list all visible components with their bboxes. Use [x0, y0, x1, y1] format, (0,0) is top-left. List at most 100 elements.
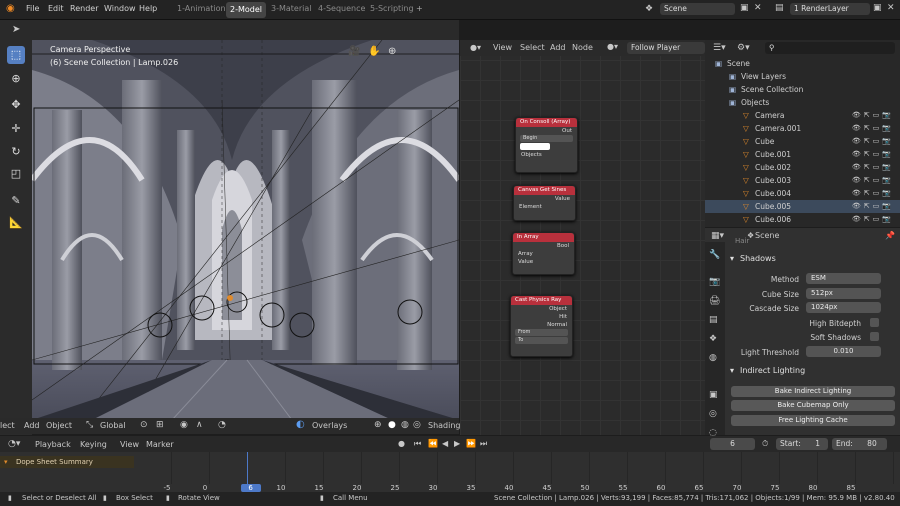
visibility-toggle-icons[interactable]: 👁⇱▭📷: [852, 215, 894, 223]
menu-render[interactable]: Render: [70, 4, 98, 13]
falloff-icon[interactable]: ∧: [196, 420, 203, 430]
node-add-menu[interactable]: Add: [550, 43, 566, 52]
annotate-icon[interactable]: ✎: [7, 192, 25, 210]
timeline-view-menu[interactable]: View: [120, 440, 139, 449]
playback-menu[interactable]: Playback: [35, 440, 71, 449]
add-menu[interactable]: Add: [24, 421, 40, 430]
outliner-item[interactable]: ▽ Cube.002 👁⇱▭📷: [705, 161, 900, 174]
outliner-item[interactable]: ▽ Cube.001 👁⇱▭📷: [705, 148, 900, 161]
visibility-toggle-icons[interactable]: 👁⇱▭📷: [852, 163, 894, 171]
node-on-consoll[interactable]: On Consoll (Array) Out Begin Objects: [515, 117, 578, 173]
pivot-icon[interactable]: ⊙: [140, 420, 148, 430]
node-socket-bool[interactable]: Bool: [513, 242, 574, 250]
node-socket-element[interactable]: Element: [514, 203, 575, 211]
end-frame-field[interactable]: End: 80: [832, 438, 887, 450]
view-layer-tab-icon[interactable]: ▤: [709, 315, 718, 325]
outliner-item[interactable]: ▽ Camera 👁⇱▭📷: [705, 109, 900, 122]
jump-start-icon[interactable]: ⏮: [414, 439, 421, 449]
shadows-section[interactable]: Shadows: [740, 254, 776, 263]
outliner-item[interactable]: ▣ Objects: [705, 96, 900, 109]
editor-type-icon[interactable]: ●▾: [470, 43, 481, 52]
outliner-item[interactable]: ▽ Cube 👁⇱▭📷: [705, 135, 900, 148]
prev-key-icon[interactable]: ⏪: [428, 439, 438, 448]
tab-material[interactable]: 3-Material: [271, 4, 311, 13]
outliner-item[interactable]: ▽ Cube.004 👁⇱▭📷: [705, 187, 900, 200]
cube-size-select[interactable]: 512px: [806, 288, 881, 299]
scale-icon[interactable]: ◰: [7, 165, 25, 183]
collapse-shadows-icon[interactable]: ▾: [730, 254, 734, 263]
playhead-line[interactable]: [247, 452, 248, 484]
outliner-item[interactable]: ▣ View Layers: [705, 70, 900, 83]
light-threshold-field[interactable]: 0.010: [806, 346, 881, 357]
outliner-search-input[interactable]: ⚲: [765, 42, 895, 54]
free-cache-button[interactable]: Free Lighting Cache: [731, 415, 895, 426]
menu-file[interactable]: File: [26, 4, 39, 13]
snap-icon[interactable]: ⊞: [156, 420, 164, 430]
node-socket-normal[interactable]: Normal: [511, 321, 572, 329]
node-socket-out[interactable]: Out: [516, 127, 577, 135]
menu-help[interactable]: Help: [139, 4, 157, 13]
node-socket-objects[interactable]: Objects: [516, 151, 577, 159]
expand-icon[interactable]: ▾: [4, 458, 8, 466]
node-select-menu[interactable]: Select: [520, 43, 545, 52]
outliner-item[interactable]: ▣ Scene Collection: [705, 83, 900, 96]
3d-viewport[interactable]: Camera Perspective (6) Scene Collection …: [32, 40, 459, 420]
keying-menu[interactable]: Keying: [80, 440, 107, 449]
indirect-lighting-section[interactable]: Indirect Lighting: [740, 366, 805, 375]
node-socket-array[interactable]: Array: [513, 250, 574, 258]
cascade-size-select[interactable]: 1024px: [806, 302, 881, 313]
modifier-tab-icon[interactable]: ◎: [709, 409, 717, 419]
overlays-button[interactable]: Overlays: [312, 421, 347, 430]
soft-shadows-checkbox[interactable]: [870, 332, 879, 341]
high-bitdepth-checkbox[interactable]: [870, 318, 879, 327]
wireframe-shading-icon[interactable]: ⊕: [374, 420, 382, 430]
add-workspace-button[interactable]: +: [416, 4, 423, 13]
cursor-icon[interactable]: ⊕: [7, 70, 25, 88]
method-select[interactable]: ESM: [806, 273, 881, 284]
overlays-icon[interactable]: ◐: [296, 419, 305, 430]
node-in-array[interactable]: In Array Bool Array Value: [512, 232, 575, 275]
copy-scene-icon[interactable]: ▣: [740, 3, 749, 13]
pan-hand-icon[interactable]: ✋: [368, 46, 380, 57]
solid-shading-icon[interactable]: ●: [388, 420, 396, 430]
pin-icon[interactable]: 📌: [885, 231, 895, 240]
copy-layer-icon[interactable]: ▣: [873, 3, 882, 13]
cursor-tool-icon[interactable]: ➤: [12, 24, 20, 35]
properties-type-icon[interactable]: ▦▾: [711, 231, 724, 241]
node-editor[interactable]: On Consoll (Array) Out Begin Objects Can…: [460, 40, 705, 435]
node-socket-value[interactable]: Value: [514, 195, 575, 203]
marker-menu[interactable]: Marker: [146, 440, 174, 449]
visibility-toggle-icons[interactable]: 👁⇱▭📷: [852, 176, 894, 184]
node-socket-object[interactable]: Object: [511, 305, 572, 313]
camera-view-icon[interactable]: 🎥: [348, 46, 360, 57]
visibility-toggle-icons[interactable]: 👁⇱▭📷: [852, 189, 894, 197]
play-reverse-icon[interactable]: ◀: [442, 439, 448, 448]
node-color-field[interactable]: [520, 143, 550, 150]
outliner-item[interactable]: ▣ Scene: [705, 57, 900, 70]
select-menu-partial[interactable]: lect: [0, 421, 15, 430]
close-layer-icon[interactable]: ✕: [887, 3, 895, 13]
outliner-item[interactable]: ▽ Cube.005 👁⇱▭📷: [705, 200, 900, 213]
proportional-edit-icon[interactable]: ◉: [180, 420, 188, 430]
select-tool-icon[interactable]: ⬚: [7, 46, 25, 64]
visibility-toggle-icons[interactable]: 👁⇱▭📷: [852, 202, 894, 210]
node-view-menu[interactable]: View: [493, 43, 512, 52]
visibility-icon[interactable]: ◔: [218, 420, 226, 430]
node-socket-hit[interactable]: Hit: [511, 313, 572, 321]
bake-indirect-button[interactable]: Bake Indirect Lighting: [731, 386, 895, 397]
tab-model[interactable]: 2-Model: [226, 2, 266, 18]
visibility-toggle-icons[interactable]: 👁⇱▭📷: [852, 111, 894, 119]
start-frame-field[interactable]: Start: 1: [776, 438, 828, 450]
visibility-toggle-icons[interactable]: 👁⇱▭📷: [852, 124, 894, 132]
outliner-item[interactable]: ▽ Camera.001 👁⇱▭📷: [705, 122, 900, 135]
bake-cubemap-button[interactable]: Bake Cubemap Only: [731, 400, 895, 411]
zoom-icon[interactable]: ⊕: [388, 46, 396, 57]
scene-tab-icon[interactable]: ❖: [709, 334, 717, 344]
outliner-type-icon[interactable]: ☰▾: [713, 43, 726, 53]
node-tree-selector[interactable]: Follow Player: [627, 42, 705, 54]
material-shading-icon[interactable]: ◍: [401, 420, 409, 430]
menu-edit[interactable]: Edit: [48, 4, 64, 13]
display-mode-icon[interactable]: ⚙▾: [737, 43, 750, 53]
move-icon[interactable]: ✥: [7, 96, 25, 114]
blender-logo-icon[interactable]: ◉: [6, 3, 15, 14]
